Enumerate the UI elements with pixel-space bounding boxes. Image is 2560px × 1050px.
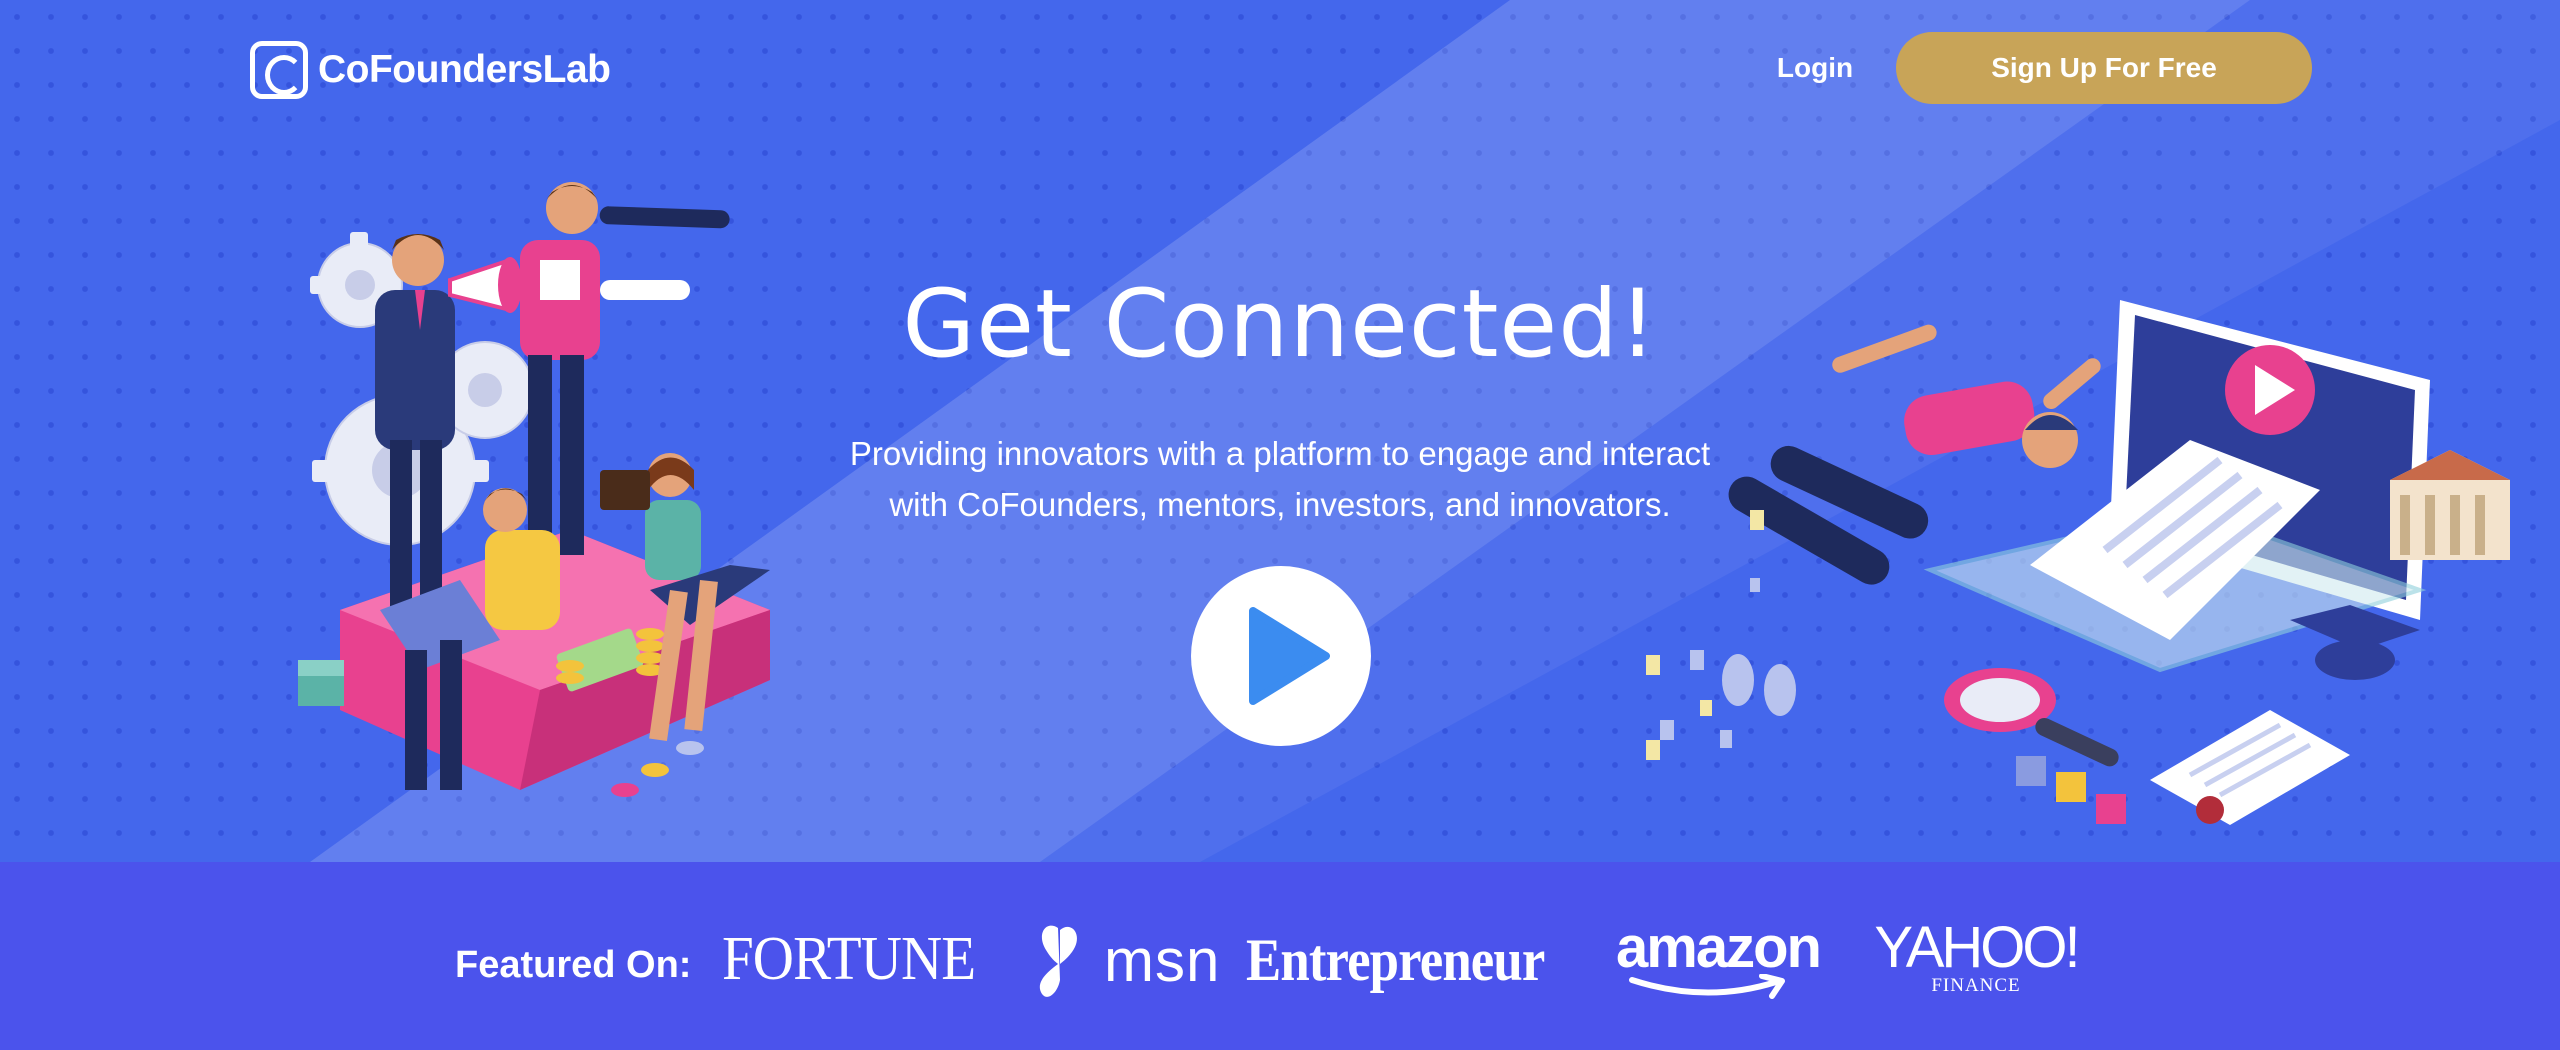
- play-video-button[interactable]: [1191, 566, 1371, 746]
- logo-mark-icon: [250, 41, 308, 99]
- yahoo-finance-logo: YAHOO! FINANCE: [1866, 915, 2086, 1010]
- hero-subtitle-line-1: Providing innovators with a platform to …: [849, 435, 1711, 472]
- logo-text: CoFoundersLab: [318, 48, 611, 91]
- featured-on-label: Featured On:: [455, 944, 692, 986]
- hero-section: CoFoundersLab Login Sign Up For Free Get…: [0, 0, 2560, 862]
- cofounderslab-logo[interactable]: CoFoundersLab: [250, 40, 611, 100]
- top-navigation: CoFoundersLab Login Sign Up For Free: [0, 0, 2560, 140]
- sign-up-button[interactable]: Sign Up For Free: [1896, 32, 2312, 104]
- hero-subtitle-line-2: with CoFounders, mentors, investors, and…: [889, 486, 1671, 523]
- butterfly-icon: [1039, 925, 1077, 997]
- msn-logo: msn: [1028, 920, 1220, 1000]
- amazon-logo: amazon: [1616, 914, 1828, 1004]
- hero-title: Get Connected!: [902, 270, 1658, 379]
- amazon-smile-icon: [1629, 974, 1785, 999]
- entrepreneur-logo: Entrepreneur: [1246, 927, 1545, 993]
- team-illustration: [298, 182, 770, 797]
- fortune-logo: FORTUNE: [722, 925, 976, 993]
- play-icon: [1249, 607, 1330, 705]
- amazon-text: amazon: [1616, 915, 1822, 980]
- yahoo-text: YAHOO!: [1874, 915, 2080, 980]
- login-link[interactable]: Login: [1760, 48, 1870, 88]
- hero-subtitle: Providing innovators with a platform to …: [770, 428, 1790, 530]
- msn-text: msn: [1104, 926, 1221, 994]
